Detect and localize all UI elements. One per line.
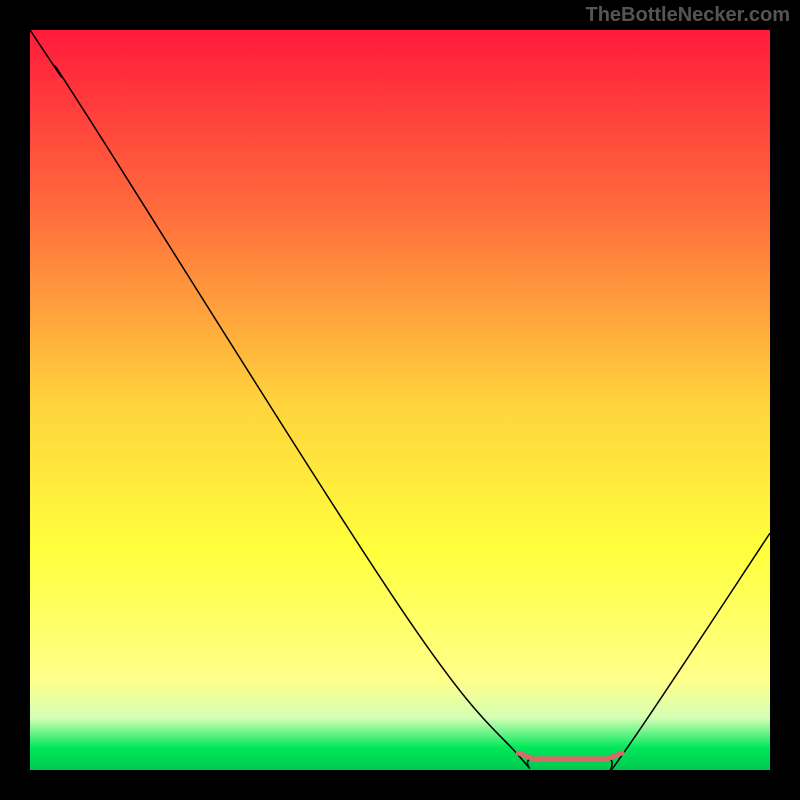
chart-svg — [30, 30, 770, 770]
chart-plot-area — [30, 30, 770, 770]
watermark-text: TheBottleNecker.com — [585, 4, 790, 27]
chart-background — [30, 30, 770, 770]
